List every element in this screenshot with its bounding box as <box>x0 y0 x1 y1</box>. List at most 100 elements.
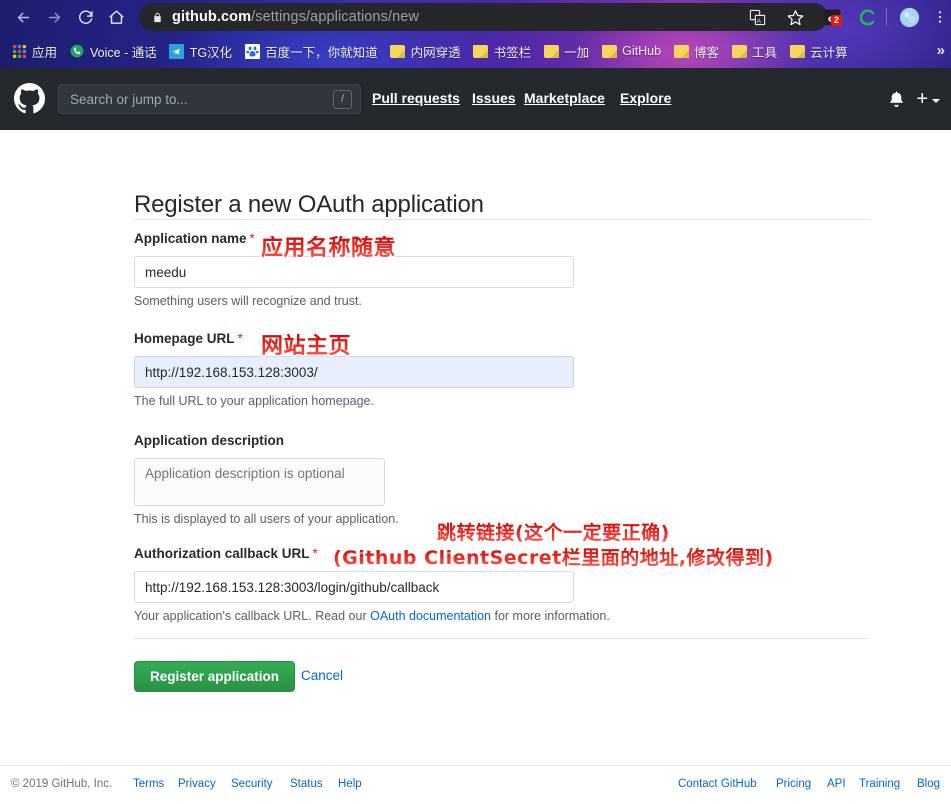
bookmark-label: TG汉化 <box>189 45 233 60</box>
bookmark-folder-6[interactable]: 云计算 <box>784 39 853 63</box>
callback-url-help: Your application's callback URL. Read ou… <box>134 609 610 623</box>
folder-icon <box>731 43 747 59</box>
back-arrow-icon[interactable] <box>12 6 34 28</box>
application-description-textarea[interactable] <box>134 458 385 506</box>
footer-link-privacy[interactable]: Privacy <box>178 778 216 790</box>
nav-marketplace[interactable]: Marketplace <box>524 90 605 106</box>
bookmark-baidu[interactable]: 百度一下，你就知道 <box>239 39 383 63</box>
extension-icon[interactable]: 2 <box>820 5 844 29</box>
help-pre: Your application's callback URL. Read ou… <box>134 609 371 623</box>
bookmark-folder-1[interactable]: 内网穿透 <box>385 39 466 63</box>
form-bottom-divider <box>134 638 870 639</box>
folder-icon <box>673 43 689 59</box>
main-content: Register a new OAuth application Applica… <box>0 130 951 765</box>
star-icon[interactable] <box>783 5 807 29</box>
address-bar[interactable]: github.com/settings/applications/new <box>139 3 828 31</box>
register-application-button[interactable]: Register application <box>134 661 296 692</box>
footer-link-pricing[interactable]: Pricing <box>776 778 811 790</box>
chevron-down-icon <box>932 99 940 103</box>
telegram-icon <box>169 43 185 59</box>
bookmark-telegram[interactable]: TG汉化 <box>164 39 237 63</box>
home-icon[interactable] <box>105 6 127 28</box>
kebab-menu-icon[interactable] <box>928 5 951 29</box>
bookmark-folder-5[interactable]: 工具 <box>726 39 782 63</box>
bookmark-label: 书签栏 <box>493 45 532 60</box>
lock-icon <box>152 11 163 24</box>
browser-chrome: github.com/settings/applications/new A 2 <box>0 0 951 68</box>
plus-icon: + <box>916 88 928 110</box>
url-domain: github.com <box>172 9 252 25</box>
footer-link-status[interactable]: Status <box>290 778 323 790</box>
folder-icon <box>390 43 406 59</box>
footer-link-terms[interactable]: Terms <box>133 778 164 790</box>
bookmark-label: Voice - 通话 <box>90 45 157 60</box>
footer-link-api[interactable]: API <box>827 778 846 790</box>
label-text: Homepage URL <box>134 331 235 346</box>
annotation-text: (Github ClientSecret栏里面的地址,修改得到) <box>333 547 774 569</box>
application-name-help: Something users will recognize and trust… <box>134 294 362 308</box>
title-divider <box>134 219 870 220</box>
bookmark-label: 应用 <box>32 45 58 60</box>
field-application-description: Application description This is displaye… <box>134 432 399 526</box>
application-name-label: Application name * <box>134 231 255 246</box>
required-marker: * <box>249 231 255 246</box>
bookmark-folder-3[interactable]: 一加 <box>538 39 594 63</box>
folder-icon <box>789 43 805 59</box>
homepage-url-help: The full URL to your application homepag… <box>134 394 374 408</box>
forward-arrow-icon[interactable] <box>43 6 65 28</box>
bookmark-label: 内网穿透 <box>410 45 461 60</box>
bookmark-voice[interactable]: Voice - 通话 <box>64 39 162 63</box>
callback-url-label: Authorization callback URL * <box>134 546 318 561</box>
annotation-text: 跳转链接(这个一定要正确) <box>437 522 670 544</box>
annotation-callback-line2: (Github ClientSecret栏里面的地址,修改得到) (Github… <box>332 543 775 571</box>
search-input[interactable]: Search or jump to... / <box>58 84 361 114</box>
google-voice-icon <box>69 43 85 59</box>
extension-badge-count: 2 <box>831 15 843 26</box>
avatar[interactable] <box>897 5 921 29</box>
annotation-homepage-url: 网站主页 网站主页 <box>260 328 352 361</box>
create-new-menu[interactable]: + <box>916 88 940 111</box>
footer-link-blog[interactable]: Blog <box>917 778 940 790</box>
github-header: Search or jump to... / Pull requests Iss… <box>0 68 951 130</box>
github-mark-icon[interactable] <box>14 83 45 119</box>
baidu-icon <box>244 43 260 59</box>
bookmarks-overflow-icon[interactable]: » <box>937 42 945 59</box>
application-description-help: This is displayed to all users of your a… <box>134 512 399 526</box>
url-text: github.com/settings/applications/new <box>172 9 419 25</box>
callback-url-input[interactable] <box>134 571 574 603</box>
bookmark-folder-4[interactable]: 博客 <box>668 39 724 63</box>
nav-pull-requests[interactable]: Pull requests <box>372 90 460 106</box>
nav-explore[interactable]: Explore <box>620 90 671 106</box>
homepage-url-input[interactable] <box>134 356 574 388</box>
translate-icon[interactable]: A <box>745 5 769 29</box>
bookmarks-bar: 应用 Voice - 通话 TG汉化 百度一下，你就知道 内网穿透 书签栏 一加… <box>0 34 951 68</box>
footer-copyright: © 2019 GitHub, Inc. <box>11 778 113 790</box>
label-text: Application name <box>134 231 247 246</box>
bell-icon[interactable] <box>888 90 905 112</box>
bookmark-label: 云计算 <box>810 45 848 60</box>
annotation-application-name: 应用名称随意 应用名称随意 <box>260 230 397 263</box>
folder-icon <box>543 43 559 59</box>
annotation-text: 网站主页 <box>261 334 352 359</box>
label-text: Authorization callback URL <box>134 546 310 561</box>
bookmark-folder-github[interactable]: GitHub <box>596 39 666 63</box>
nav-issues[interactable]: Issues <box>472 90 516 106</box>
oauth-documentation-link[interactable]: OAuth documentation <box>370 609 491 623</box>
footer-link-contact-github[interactable]: Contact GitHub <box>678 778 757 790</box>
bookmark-apps[interactable]: 应用 <box>6 39 62 63</box>
bookmark-label: 一加 <box>564 45 590 60</box>
bookmark-label: 博客 <box>694 45 720 60</box>
footer-link-training[interactable]: Training <box>859 778 900 790</box>
url-path: /settings/applications/new <box>251 9 419 25</box>
reload-icon[interactable] <box>74 6 96 28</box>
c-extension-icon[interactable] <box>855 5 879 29</box>
footer-link-help[interactable]: Help <box>338 778 362 790</box>
bookmark-folder-2[interactable]: 书签栏 <box>468 39 537 63</box>
page-footer: © 2019 GitHub, Inc. Terms Privacy Securi… <box>0 765 951 804</box>
footer-link-security[interactable]: Security <box>231 778 273 790</box>
toolbar-divider <box>886 8 887 26</box>
bookmark-label: GitHub <box>622 44 662 58</box>
cancel-link[interactable]: Cancel <box>301 668 343 683</box>
bookmark-label: 百度一下，你就知道 <box>265 45 378 60</box>
required-marker: * <box>237 331 243 346</box>
